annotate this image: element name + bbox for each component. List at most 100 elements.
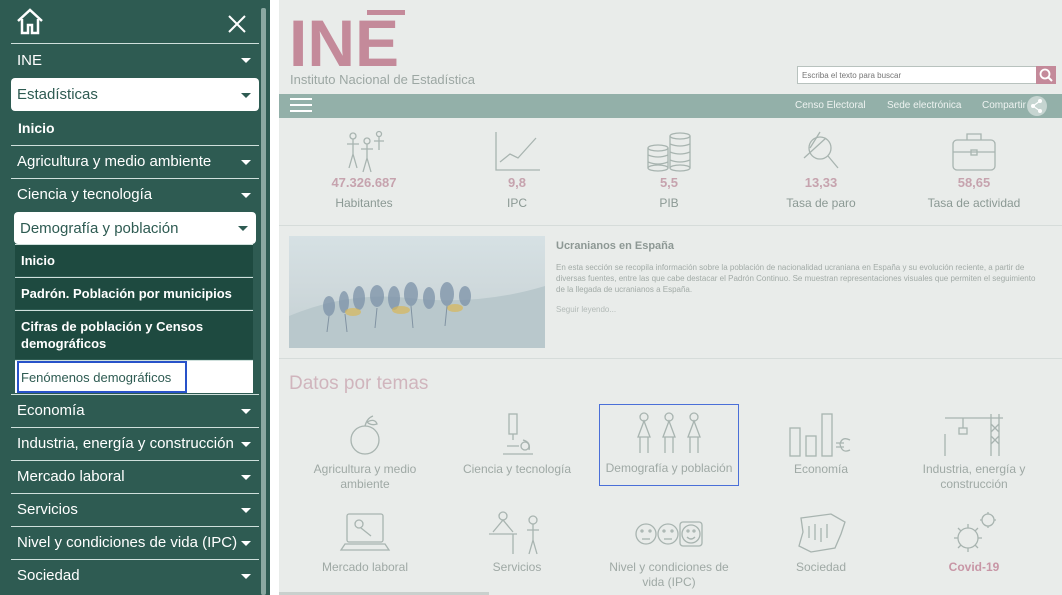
themes-title: Datos por temas	[289, 373, 429, 394]
chevron-down-icon	[238, 226, 248, 231]
news-image[interactable]	[289, 236, 545, 348]
stat-value: 47.326.687	[331, 175, 397, 190]
submenu-item-cifras[interactable]: Cifras de población y Censos demográfico…	[15, 310, 253, 359]
search-input[interactable]	[797, 66, 1037, 84]
chevron-down-icon	[241, 507, 251, 513]
share-icon[interactable]	[1027, 96, 1047, 116]
logo-macron	[367, 10, 405, 15]
stat-value: 58,65	[957, 175, 991, 190]
sidebar-item-label: INE	[17, 51, 43, 69]
submenu-item-label: Fenómenos demográficos	[21, 369, 172, 385]
theme-economia[interactable]: Economía	[751, 410, 891, 477]
chevron-down-icon	[241, 408, 251, 414]
sidebar-item-label: Ciencia y tecnología	[17, 186, 153, 203]
chevron-down-icon	[241, 58, 251, 63]
stat-habitantes[interactable]: 47.326.687 Habitantes	[289, 128, 439, 210]
top-navbar: Censo Electoral Sede electrónica Compart…	[279, 94, 1062, 118]
sidebar-item-inicio[interactable]: Inicio	[11, 112, 259, 144]
theme-label: Servicios	[492, 560, 542, 574]
sidebar-item-industria[interactable]: Industria, energía y construcción	[11, 427, 259, 459]
submenu-item-fenomenos[interactable]: Fenómenos demográficos	[15, 360, 253, 393]
briefcase-icon	[952, 133, 996, 171]
stat-label: Tasa de actividad	[927, 196, 1021, 210]
stat-label: Tasa de paro	[786, 196, 856, 210]
theme-sociedad[interactable]: Sociedad	[751, 510, 891, 575]
sidebar-item-nivel[interactable]: Nivel y condiciones de vida (IPC)	[11, 526, 259, 558]
chevron-down-icon	[241, 159, 251, 165]
apple-icon	[350, 415, 380, 455]
theme-label: Covid-19	[948, 560, 1000, 574]
stat-label: Habitantes	[335, 196, 393, 210]
sidebar-item-mercado[interactable]: Mercado laboral	[11, 460, 259, 492]
stat-tasa-paro[interactable]: 13,33 Tasa de paro	[746, 128, 896, 210]
stat-value: 9,8	[507, 175, 527, 190]
chevron-down-icon	[241, 441, 251, 447]
people-icon	[637, 412, 701, 453]
sidebar-item-label: Industria, energía y construcción	[17, 435, 234, 452]
theme-label: Industria, energía y construcción	[922, 462, 1026, 491]
submenu-item-padron[interactable]: Padrón. Población por municipios	[15, 277, 253, 309]
search-icon[interactable]	[1036, 66, 1056, 84]
home-icon[interactable]	[14, 6, 46, 36]
stat-tasa-actividad[interactable]: 58,65 Tasa de actividad	[899, 128, 1049, 210]
theme-label: Demografía y población	[605, 461, 733, 475]
divider	[279, 225, 1062, 226]
theme-ciencia[interactable]: Ciencia y tecnología	[447, 410, 587, 477]
sidebar-item-ciencia[interactable]: Ciencia y tecnología	[11, 178, 259, 210]
theme-servicios[interactable]: Servicios	[447, 510, 587, 575]
submenu-item-label: Cifras de población y Censos demográfico…	[21, 319, 204, 351]
sidebar-item-label: Mercado laboral	[17, 468, 125, 485]
theme-label: Mercado laboral	[321, 560, 409, 574]
stat-label: IPC	[506, 196, 527, 210]
sidebar-item-demografia[interactable]: Demografía y población	[14, 212, 256, 244]
logo-subtitle: Instituto Nacional de Estadística	[290, 72, 475, 87]
coins-icon	[647, 132, 691, 172]
sidebar-item-economia[interactable]: Economía	[11, 394, 259, 426]
nav-link-compartir[interactable]: Compartir	[982, 100, 1026, 111]
theme-label: Ciencia y tecnología	[462, 462, 572, 476]
faces-icon	[635, 521, 703, 547]
sidebar-scrollbar[interactable]	[261, 8, 266, 595]
nav-link-censo[interactable]: Censo Electoral	[795, 100, 866, 111]
theme-agricultura[interactable]: Agricultura y medio ambiente	[295, 410, 435, 492]
close-icon[interactable]	[226, 13, 248, 35]
main-content: INE Instituto Nacional de Estadística Ce…	[279, 0, 1062, 595]
sidebar-item-ine[interactable]: INE	[11, 43, 259, 76]
euro-bars-icon	[789, 413, 851, 457]
sidebar-item-servicios[interactable]: Servicios	[11, 493, 259, 525]
sidebar-item-label: Estadísticas	[17, 86, 98, 103]
news-text: En esta sección se recopila información …	[556, 263, 1036, 294]
theme-nivel-vida[interactable]: Nivel y condiciones de vida (IPC)	[599, 510, 739, 590]
sidebar-item-label: Agricultura y medio ambiente	[17, 153, 212, 170]
nav-link-sede[interactable]: Sede electrónica	[887, 100, 962, 111]
theme-industria[interactable]: Industria, energía y construcción	[904, 410, 1044, 492]
stat-value: 5,5	[659, 175, 679, 190]
sidebar-item-agricultura[interactable]: Agricultura y medio ambiente	[11, 145, 259, 177]
submenu-item-label: Inicio	[21, 253, 55, 268]
chevron-down-icon	[241, 540, 251, 546]
magnifier-icon	[803, 131, 839, 169]
sidebar-item-label: Inicio	[18, 120, 55, 136]
theme-label: Economía	[793, 462, 849, 476]
stat-pib[interactable]: 5,5 PIB	[594, 128, 744, 210]
sidebar-item-sociedad[interactable]: Sociedad	[11, 559, 259, 591]
theme-label: Sociedad	[795, 560, 847, 574]
hamburger-menu-icon[interactable]	[290, 98, 312, 114]
theme-label: Agricultura y medio ambiente	[313, 462, 417, 491]
news-title[interactable]: Ucranianos en España	[556, 240, 674, 252]
sidebar-topbar	[0, 0, 262, 42]
read-more-link[interactable]: Seguir leyendo...	[556, 305, 616, 314]
ine-logo[interactable]: INE	[289, 8, 409, 70]
stat-ipc[interactable]: 9,8 IPC	[442, 128, 592, 210]
sidebar-item-label: Nivel y condiciones de vida (IPC)	[17, 534, 238, 551]
theme-mercado-laboral[interactable]: Mercado laboral	[295, 510, 435, 575]
submenu-item-inicio[interactable]: Inicio	[15, 244, 253, 276]
service-desk-icon	[489, 511, 539, 555]
sidebar-item-estadisticas[interactable]: Estadísticas	[11, 78, 259, 111]
sidebar-item-label: Economía	[17, 402, 85, 419]
sidebar-item-label: Sociedad	[17, 567, 80, 584]
theme-demografia[interactable]: Demografía y población	[599, 404, 739, 486]
crane-icon	[944, 414, 1003, 456]
spain-map-icon	[798, 513, 846, 553]
theme-covid[interactable]: Covid-19	[904, 510, 1044, 575]
